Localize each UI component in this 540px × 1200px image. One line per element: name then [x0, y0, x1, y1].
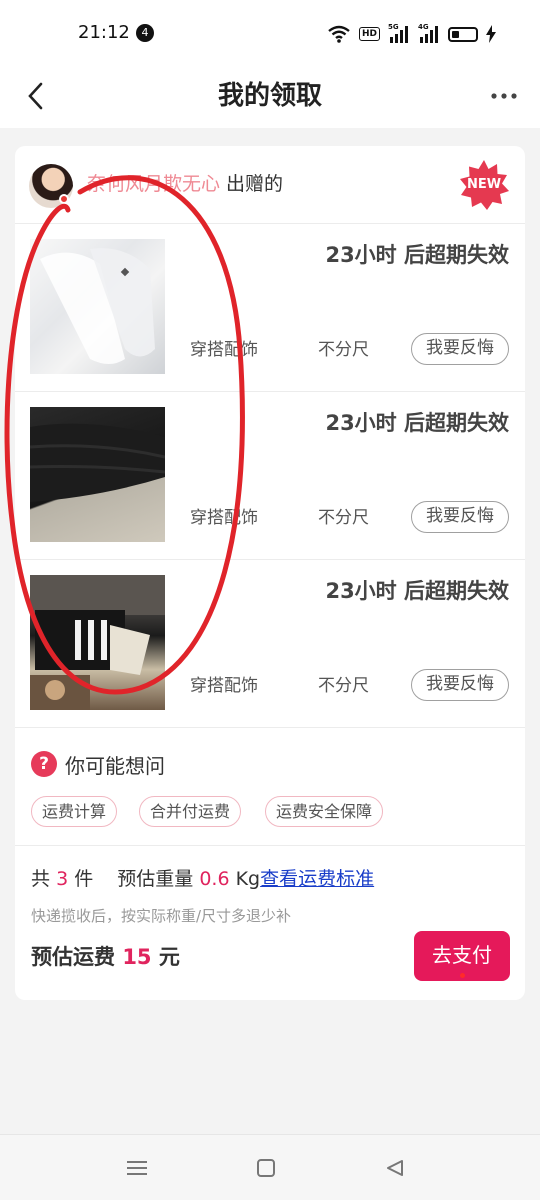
- regret-button[interactable]: 我要反悔: [411, 501, 509, 533]
- faq-section: ? 你可能想问 运费计算 合并付运费 运费安全保障: [15, 729, 525, 846]
- menu-icon: [127, 1161, 147, 1175]
- status-time: 21:12: [78, 22, 130, 43]
- more-button[interactable]: [486, 76, 522, 116]
- list-item[interactable]: 23小时 后超期失效 穿搭配饰 不分尺 我要反悔: [15, 224, 525, 392]
- status-bar: 21:12 4 HD 5G 4G: [0, 0, 540, 64]
- fee-unit: 元: [158, 945, 180, 969]
- expire-notice: 23小时 后超期失效: [325, 243, 509, 267]
- expire-notice: 23小时 后超期失效: [325, 411, 509, 435]
- giver-suffix: 出赠的: [226, 173, 284, 195]
- signal-4g-icon: 4G: [418, 23, 440, 43]
- giver-line: 奈何风月欺无心 出赠的: [87, 170, 283, 198]
- pay-button-label: 去支付: [432, 943, 492, 967]
- fee-line: 预估运费 15 元: [31, 940, 180, 974]
- new-badge: NEW: [457, 158, 511, 212]
- socks-mixed-image: [30, 575, 165, 710]
- summary-line: 共 3 件 预估重量 0.6 Kg查看运费标准: [31, 864, 374, 894]
- question-circle-icon: ?: [31, 751, 57, 777]
- battery-icon: [448, 26, 478, 42]
- item-category: 穿搭配饰: [190, 340, 258, 360]
- item-count: 3: [56, 868, 69, 890]
- list-item[interactable]: 23小时 后超期失效 穿搭配饰 不分尺 我要反悔: [15, 392, 525, 560]
- home-button[interactable]: [251, 1153, 281, 1183]
- item-size: 不分尺: [318, 340, 369, 360]
- faq-chip-shipping-calc[interactable]: 运费计算: [31, 796, 118, 827]
- pay-indicator-dot: [460, 973, 465, 978]
- weight-label: 预估重量: [117, 868, 194, 890]
- faq-title: 你可能想问: [65, 754, 165, 778]
- list-item[interactable]: 23小时 后超期失效 穿搭配饰 不分尺 我要反悔: [15, 560, 525, 728]
- system-back-button[interactable]: [380, 1153, 410, 1183]
- fee-label: 预估运费: [31, 945, 115, 969]
- signal-5g-icon: 5G: [388, 23, 410, 43]
- socks-black-image: [30, 423, 165, 502]
- recent-apps-button[interactable]: [122, 1153, 152, 1183]
- faq-chip-combined-shipping[interactable]: 合并付运费: [139, 796, 242, 827]
- fee-value: 15: [122, 945, 152, 969]
- back-triangle-icon: [387, 1160, 403, 1176]
- socks-white-image: [40, 248, 155, 364]
- regret-button[interactable]: 我要反悔: [411, 333, 509, 365]
- regret-button[interactable]: 我要反悔: [411, 669, 509, 701]
- hd-voice-icon: HD: [358, 27, 380, 41]
- status-icons: HD 5G 4G: [327, 23, 496, 44]
- product-image[interactable]: [30, 575, 165, 710]
- signal-5g-label: 5G: [388, 23, 399, 31]
- giver-name[interactable]: 奈何风月欺无心: [87, 173, 220, 195]
- refund-note: 快递揽收后，按实际称重/尺寸多退少补: [31, 907, 292, 925]
- new-badge-label: NEW: [466, 177, 502, 192]
- expire-notice: 23小时 后超期失效: [325, 579, 509, 603]
- wifi-icon: [328, 25, 350, 43]
- item-size: 不分尺: [318, 508, 369, 528]
- weight-value: 0.6: [199, 868, 230, 890]
- charging-bolt-icon: [486, 25, 496, 43]
- signal-4g-label: 4G: [418, 23, 429, 31]
- notification-count-badge: 4: [136, 24, 154, 42]
- count-prefix: 共: [31, 868, 51, 890]
- product-image[interactable]: [30, 407, 165, 542]
- nav-bar: 我的领取: [0, 64, 540, 128]
- shipping-standard-link[interactable]: 查看运费标准: [260, 868, 374, 890]
- giver-row: 奈何风月欺无心 出赠的 NEW: [15, 146, 525, 224]
- item-category: 穿搭配饰: [190, 508, 258, 528]
- claim-card: 奈何风月欺无心出赠的 NEW 23小时 后超期失效 穿搭配饰 不分尺 我要反悔: [15, 146, 525, 1000]
- weight-unit: Kg: [235, 868, 261, 890]
- home-square-icon: [257, 1159, 275, 1177]
- product-image[interactable]: [30, 239, 165, 374]
- order-summary: 共 3 件 预估重量 0.6 Kg查看运费标准 快递揽收后，按实际称重/尺寸多退…: [15, 846, 525, 1000]
- more-horizontal-icon: [491, 93, 517, 99]
- avatar-status-dot: [59, 194, 69, 204]
- system-nav-bar: [0, 1134, 540, 1200]
- item-category: 穿搭配饰: [190, 676, 258, 696]
- faq-chip-shipping-guarantee[interactable]: 运费安全保障: [265, 796, 384, 827]
- count-unit: 件: [74, 868, 94, 890]
- page-title: 我的领取: [217, 81, 322, 111]
- pay-button[interactable]: 去支付: [414, 931, 510, 981]
- item-size: 不分尺: [318, 676, 369, 696]
